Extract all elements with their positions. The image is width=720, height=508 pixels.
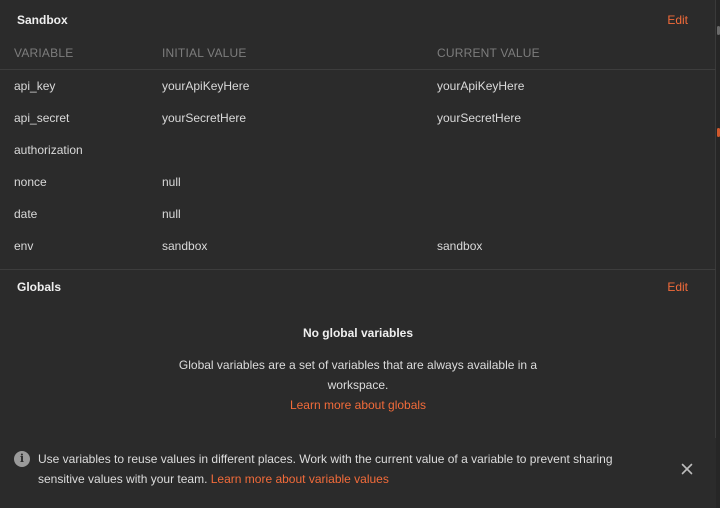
sandbox-section-header: Sandbox Edit <box>0 0 716 36</box>
current-value: sandbox <box>437 239 483 253</box>
sandbox-edit-link[interactable]: Edit <box>667 13 688 27</box>
variable-row: api_secret yourSecretHere yourSecretHere <box>0 102 716 134</box>
variable-row: authorization <box>0 134 716 166</box>
close-icon[interactable] <box>680 462 694 476</box>
variable-row: nonce null <box>0 166 716 198</box>
empty-state-title: No global variables <box>302 326 414 340</box>
column-header-current-value: CURRENT VALUE <box>437 46 540 60</box>
globals-title: Globals <box>17 280 62 294</box>
variable-name: nonce <box>14 175 47 189</box>
current-value: yourApiKeyHere <box>437 79 525 93</box>
column-header-variable: VARIABLE <box>14 46 74 60</box>
globals-empty-state: No global variables Global variables are… <box>0 322 716 415</box>
learn-more-globals-link[interactable]: Learn more about globals <box>0 395 716 415</box>
initial-value: yourApiKeyHere <box>162 79 250 93</box>
current-value: yourSecretHere <box>437 111 522 125</box>
variable-name: env <box>14 239 34 253</box>
initial-value: sandbox <box>162 239 208 253</box>
variable-name: date <box>14 207 38 221</box>
variable-row: api_key yourApiKeyHere yourApiKeyHere <box>0 70 716 102</box>
sandbox-title: Sandbox <box>17 13 68 27</box>
column-header-initial-value: INITIAL VALUE <box>162 46 247 60</box>
variables-tip-banner: i Use variables to reuse values in diffe… <box>0 438 716 508</box>
learn-more-variable-values-link[interactable]: Learn more about variable values <box>211 472 389 486</box>
initial-value: null <box>162 207 181 221</box>
variable-row: date null <box>0 198 716 230</box>
initial-value: yourSecretHere <box>162 111 247 125</box>
empty-state-description: Global variables are a set of variables … <box>178 358 538 392</box>
tip-message: Use variables to reuse values in differe… <box>38 449 658 489</box>
environment-quick-look-panel: Sandbox Edit VARIABLE INITIAL VALUE CURR… <box>0 0 720 508</box>
variable-name: authorization <box>14 143 83 157</box>
variable-row: env sandbox sandbox <box>0 230 716 262</box>
globals-edit-link[interactable]: Edit <box>667 280 688 294</box>
initial-value: null <box>162 175 181 189</box>
info-icon: i <box>14 451 30 467</box>
variable-name: api_secret <box>14 111 70 125</box>
globals-section-header: Globals Edit <box>0 267 716 303</box>
variable-name: api_key <box>14 79 56 93</box>
